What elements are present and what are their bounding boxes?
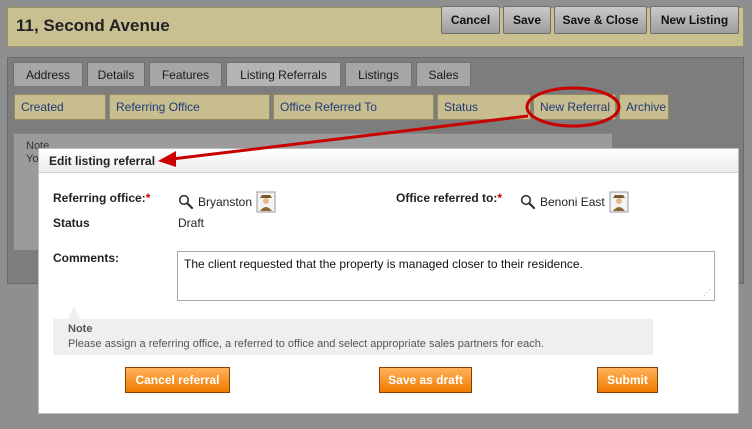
tab-listing-referrals[interactable]: Listing Referrals bbox=[226, 62, 341, 86]
status-label: Status bbox=[53, 216, 90, 230]
save-close-button[interactable]: Save & Close bbox=[554, 6, 647, 34]
tab-features[interactable]: Features bbox=[149, 62, 222, 86]
comments-textarea[interactable]: The client requested that the property i… bbox=[177, 251, 715, 301]
page-title: 11, Second Avenue bbox=[16, 16, 170, 35]
tab-sales[interactable]: Sales bbox=[416, 62, 471, 86]
column-referring-office[interactable]: Referring Office bbox=[109, 94, 270, 120]
column-office-referred-to[interactable]: Office Referred To bbox=[273, 94, 434, 120]
tab-details[interactable]: Details bbox=[87, 62, 145, 86]
column-created[interactable]: Created bbox=[14, 94, 106, 120]
office-referred-to-lookup: Benoni East bbox=[520, 191, 629, 213]
archive-button[interactable]: Archive bbox=[619, 94, 669, 120]
office-referred-to-value: Benoni East bbox=[540, 195, 605, 209]
search-icon[interactable] bbox=[178, 194, 194, 210]
status-value: Draft bbox=[178, 216, 205, 230]
submit-button[interactable]: Submit bbox=[597, 367, 658, 393]
tab-address[interactable]: Address bbox=[13, 62, 83, 86]
cancel-button[interactable]: Cancel bbox=[441, 6, 500, 34]
person-icon[interactable] bbox=[256, 191, 276, 213]
person-icon[interactable] bbox=[609, 191, 629, 213]
office-referred-to-label-text: Office referred to: bbox=[396, 191, 498, 205]
referring-office-lookup: Bryanston bbox=[178, 191, 276, 213]
save-button[interactable]: Save bbox=[503, 6, 551, 34]
column-status[interactable]: Status bbox=[437, 94, 531, 120]
office-referred-to-label: Office referred to:* bbox=[396, 191, 502, 205]
required-marker: * bbox=[497, 191, 503, 205]
tab-listings[interactable]: Listings bbox=[345, 62, 412, 86]
referring-office-label: Referring office:* bbox=[53, 191, 150, 205]
new-referral-button[interactable]: New Referral bbox=[533, 94, 616, 120]
note-title: Note bbox=[68, 323, 93, 335]
new-listing-button[interactable]: New Listing bbox=[650, 6, 739, 34]
referring-office-label-text: Referring office: bbox=[53, 191, 146, 205]
cancel-referral-button[interactable]: Cancel referral bbox=[125, 367, 230, 393]
search-icon[interactable] bbox=[520, 194, 536, 210]
referring-office-value: Bryanston bbox=[198, 195, 253, 209]
dialog-note: Note Please assign a referring office, a… bbox=[53, 307, 653, 355]
resize-grip-icon[interactable]: ⋰ bbox=[703, 288, 711, 297]
comments-text: The client requested that the property i… bbox=[184, 257, 583, 271]
dialog-title: Edit listing referral bbox=[39, 149, 738, 173]
edit-referral-dialog: Edit listing referral Referring office:*… bbox=[38, 148, 739, 414]
background-note-text: Yo bbox=[26, 153, 39, 165]
note-pointer bbox=[68, 307, 80, 319]
note-text: Please assign a referring office, a refe… bbox=[68, 338, 544, 350]
save-as-draft-button[interactable]: Save as draft bbox=[379, 367, 472, 393]
required-marker: * bbox=[145, 191, 151, 205]
comments-label: Comments: bbox=[53, 251, 120, 265]
